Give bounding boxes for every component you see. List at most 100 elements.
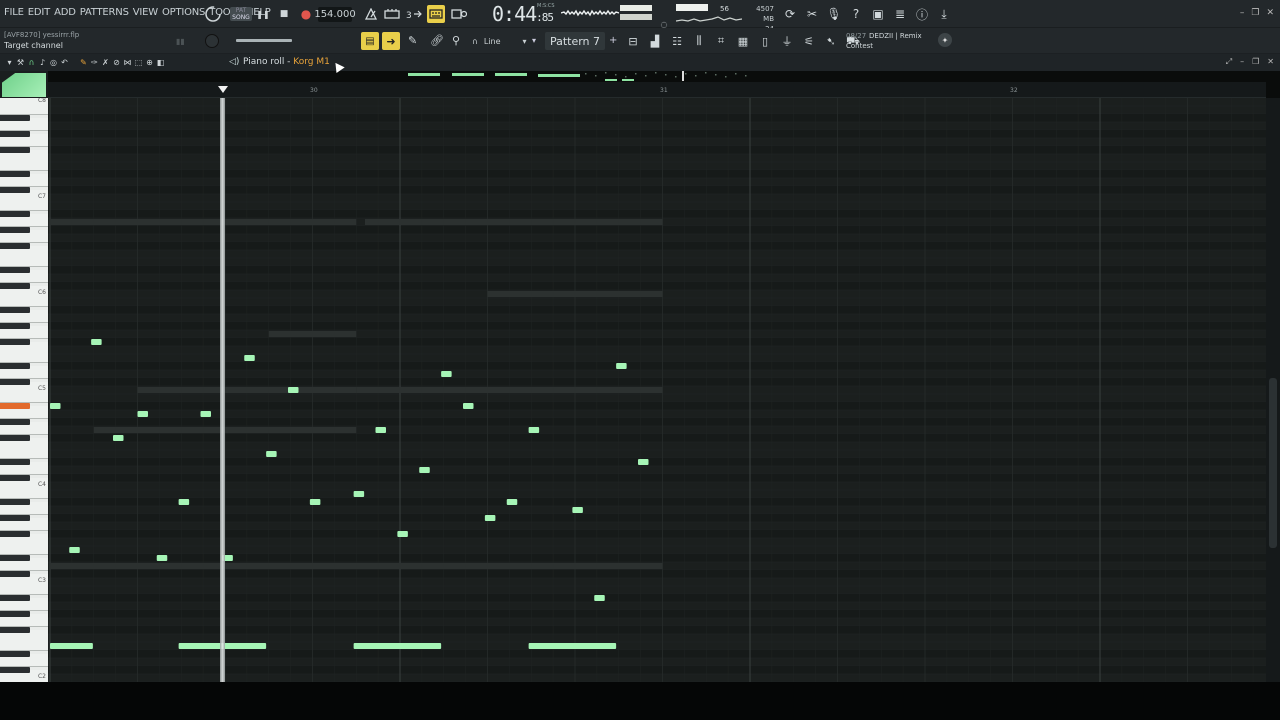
black-key[interactable]	[0, 595, 30, 601]
midi-note[interactable]	[156, 555, 168, 561]
menu-view[interactable]: VIEW	[133, 7, 158, 18]
slice-tool-icon[interactable]: ⋈	[122, 56, 133, 69]
menu-options[interactable]: OPTIONS	[162, 7, 205, 18]
midi-note[interactable]	[178, 499, 190, 505]
options-arrow-icon[interactable]: ▾	[4, 56, 15, 69]
step-edit-icon[interactable]	[450, 6, 468, 22]
project-icon[interactable]: ▯	[754, 33, 776, 49]
pattern-song-snap-icon[interactable]: ▤	[361, 32, 379, 50]
black-key[interactable]	[0, 555, 30, 561]
delete-tool-icon[interactable]: ✗	[100, 56, 111, 69]
black-key[interactable]	[0, 667, 30, 673]
stamp-icon[interactable]: ⚲	[452, 34, 460, 47]
save-icon[interactable]: ▣	[867, 6, 889, 22]
headphones-icon[interactable]: ▮▮	[176, 37, 196, 47]
pattern-selector[interactable]: Pattern 7	[545, 32, 605, 50]
plugin-picker-icon[interactable]: ⌗	[710, 33, 732, 49]
midi-note[interactable]	[50, 643, 93, 649]
metronome-icon[interactable]	[362, 6, 380, 22]
midi-note[interactable]	[266, 451, 277, 457]
paint-tool-icon[interactable]: ✑	[89, 56, 100, 69]
pattern-chevron-icon[interactable]: ▾	[532, 36, 536, 45]
pattern-overview[interactable]	[400, 71, 760, 81]
channel-selector[interactable]	[0, 71, 48, 98]
midi-note[interactable]	[353, 643, 442, 649]
typing-keyboard-icon[interactable]	[427, 5, 445, 23]
white-key[interactable]	[0, 446, 48, 459]
close-icon[interactable]: ✕	[1266, 8, 1274, 18]
midi-note[interactable]	[506, 499, 518, 505]
shop-bird-icon[interactable]: ➷	[820, 33, 842, 49]
undo-history-icon[interactable]: ⟳	[779, 6, 801, 22]
black-key[interactable]	[0, 419, 30, 425]
countdown-icon[interactable]: 3	[405, 6, 423, 22]
playback-tool-icon[interactable]: ◧	[155, 56, 166, 69]
black-key[interactable]	[0, 379, 30, 385]
black-key[interactable]	[0, 307, 30, 313]
piano-roll-icon[interactable]: ▟	[644, 33, 666, 49]
browser-icon[interactable]: ▦	[732, 33, 754, 49]
mixer-icon[interactable]: ≣	[889, 6, 911, 22]
news-refresh-icon[interactable]: ✦	[938, 33, 952, 47]
midi-note[interactable]	[200, 411, 212, 417]
midi-note[interactable]	[441, 371, 452, 377]
black-key[interactable]	[0, 499, 30, 505]
select-tool-icon[interactable]: ⬚	[133, 56, 144, 69]
midi-note[interactable]	[419, 467, 430, 473]
black-key[interactable]	[0, 243, 30, 249]
playhead-marker[interactable]	[218, 86, 228, 93]
midi-note[interactable]	[69, 547, 80, 553]
timeline-ruler[interactable]: 30 31 32	[48, 82, 1266, 98]
black-key[interactable]	[0, 531, 30, 537]
speaker-icon[interactable]: ◁)	[229, 57, 239, 67]
master-volume-slider[interactable]	[236, 39, 292, 42]
note-grid-canvas[interactable]	[48, 98, 1266, 682]
zoom-tool-icon[interactable]: ⊕	[144, 56, 155, 69]
help-icon[interactable]: ?	[845, 6, 867, 22]
black-key[interactable]	[0, 211, 30, 217]
master-pitch-knob[interactable]	[205, 34, 219, 48]
pat-song-toggle[interactable]: PAT SONG	[230, 7, 252, 21]
wait-for-input-icon[interactable]	[383, 6, 401, 22]
link-icon[interactable]: 🔗︎	[430, 34, 444, 47]
oscilloscope-display[interactable]	[561, 6, 619, 20]
target-icon[interactable]: ◎	[48, 56, 59, 69]
magnet-tool-icon[interactable]: ∩	[26, 56, 37, 69]
news-subtitle[interactable]: Contest	[846, 42, 873, 50]
black-key[interactable]	[0, 187, 30, 193]
cpu-usage-graph[interactable]: 56	[676, 3, 742, 25]
white-key[interactable]	[0, 254, 48, 267]
plug-icon[interactable]: ⏚	[776, 33, 798, 49]
black-key[interactable]	[0, 131, 30, 137]
white-key[interactable]	[0, 638, 48, 651]
midi-note[interactable]	[91, 339, 102, 345]
pr-close-icon[interactable]: ✕	[1267, 57, 1274, 67]
pr-minimize-icon[interactable]: –	[1240, 57, 1244, 67]
midi-note[interactable]	[528, 427, 540, 433]
loop-icon[interactable]: ↶	[59, 56, 70, 69]
midi-note[interactable]	[616, 363, 627, 369]
black-key[interactable]	[0, 611, 30, 617]
white-key[interactable]	[0, 350, 48, 363]
menu-file[interactable]: FILE	[4, 7, 24, 18]
midi-note[interactable]	[638, 459, 649, 465]
detach-icon[interactable]: ⤢	[1226, 57, 1232, 67]
pause-button[interactable]: ❚❚	[256, 6, 270, 22]
pencil-icon[interactable]: ✎	[408, 34, 417, 47]
download-icon[interactable]: ⤓	[933, 6, 955, 22]
white-key[interactable]	[0, 542, 48, 555]
black-key[interactable]	[0, 171, 30, 177]
step-arrow-icon[interactable]: ➜	[382, 32, 400, 50]
microphone-icon[interactable]: 🎙︎	[823, 6, 845, 22]
black-key[interactable]	[0, 147, 30, 153]
pr-restore-icon[interactable]: ❐	[1252, 57, 1259, 67]
scissors-icon[interactable]: ✂	[801, 6, 823, 22]
info-icon[interactable]: ⓘ	[911, 6, 933, 22]
black-key[interactable]	[0, 227, 30, 233]
black-key[interactable]	[0, 283, 30, 289]
record-button[interactable]: ●	[299, 6, 313, 22]
tempo-display[interactable]: 154.000	[314, 7, 356, 22]
black-key[interactable]	[0, 115, 30, 121]
news-title[interactable]: DEDZII | Remix	[869, 32, 922, 40]
mute-tool-icon[interactable]: ⊘	[111, 56, 122, 69]
